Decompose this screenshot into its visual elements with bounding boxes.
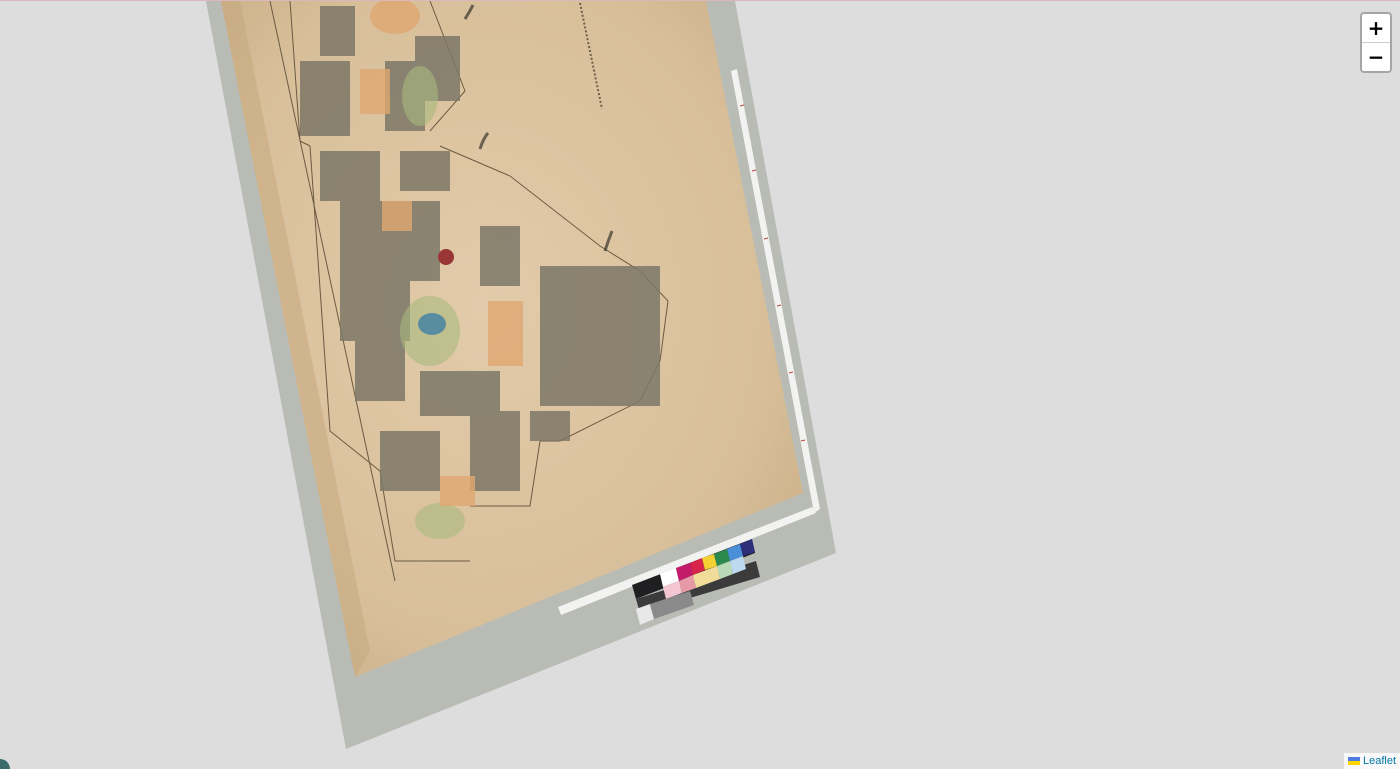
zoom-in-button[interactable]: + [1362, 14, 1390, 43]
historical-map-scan[interactable] [0, 1, 1400, 769]
zoom-out-button[interactable]: − [1362, 43, 1390, 71]
minus-icon: − [1367, 45, 1385, 69]
plus-icon: + [1367, 16, 1385, 40]
leaflet-link[interactable]: Leaflet [1363, 753, 1396, 769]
map-viewport[interactable]: + − Leaflet [0, 0, 1400, 769]
zoom-control: + − [1360, 12, 1392, 73]
ukraine-flag-icon [1347, 757, 1360, 765]
attribution: Leaflet [1343, 753, 1400, 769]
